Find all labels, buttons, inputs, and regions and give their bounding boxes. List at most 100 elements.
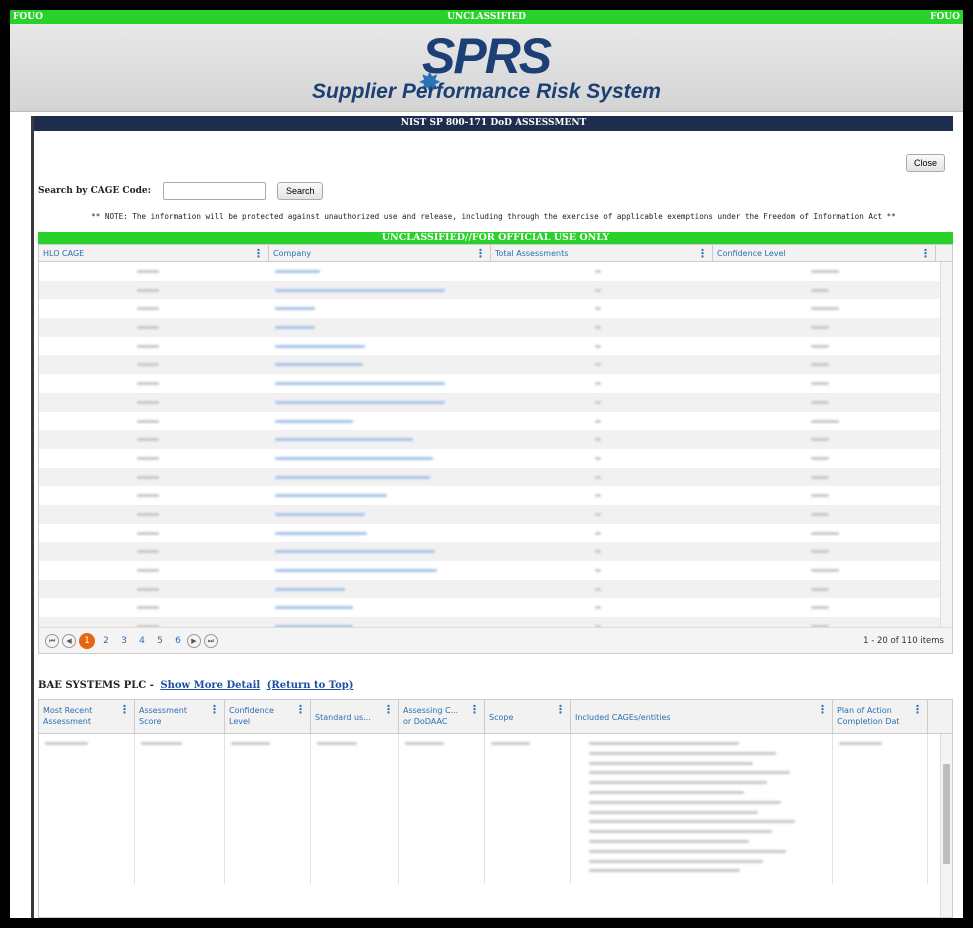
redacted-value (811, 438, 829, 442)
table-cell (491, 505, 713, 524)
redacted-value (595, 400, 601, 404)
company-link-cell[interactable] (269, 486, 491, 505)
first-page-icon[interactable]: ⏮ (45, 633, 59, 648)
column-menu-icon[interactable]: ⋮ (295, 704, 306, 715)
page-3[interactable]: 3 (115, 636, 133, 646)
redacted-value (811, 307, 839, 311)
company-link-cell[interactable] (269, 281, 491, 300)
company-link-cell[interactable] (269, 561, 491, 580)
column-menu-icon[interactable]: ⋮ (209, 704, 220, 715)
column-menu-icon[interactable]: ⋮ (920, 245, 931, 262)
detail-column-header[interactable]: Assessment Score ⋮ (135, 700, 225, 733)
close-button[interactable]: Close (905, 154, 945, 172)
grid-scrollbar[interactable] (940, 262, 952, 653)
redacted-value (589, 791, 744, 794)
table-row[interactable] (39, 262, 952, 281)
redacted-value (811, 382, 829, 386)
column-menu-icon[interactable]: ⋮ (253, 245, 264, 262)
search-button[interactable]: Search (276, 182, 324, 200)
company-link-cell[interactable] (269, 542, 491, 561)
column-menu-icon[interactable]: ⋮ (697, 245, 708, 262)
redacted-value (589, 859, 763, 863)
company-link-cell[interactable] (269, 393, 491, 412)
column-header-company[interactable]: Company ⋮ (269, 245, 491, 261)
company-link-cell[interactable] (269, 580, 491, 599)
detail-scrollbar[interactable] (940, 734, 952, 917)
page-4[interactable]: 4 (133, 636, 151, 646)
column-menu-icon[interactable]: ⋮ (817, 704, 828, 715)
column-header-confidence-level[interactable]: Confidence Level ⋮ (713, 245, 936, 261)
company-link-cell[interactable] (269, 299, 491, 318)
detail-column-header[interactable]: Scope ⋮ (485, 700, 571, 733)
company-link-cell[interactable] (269, 412, 491, 431)
company-link-cell[interactable] (269, 468, 491, 487)
company-link-cell[interactable] (269, 524, 491, 543)
table-cell (39, 299, 269, 318)
table-row[interactable] (39, 430, 952, 449)
redacted-value (231, 742, 270, 745)
detail-column-header[interactable]: Plan of Action Completion Dat ⋮ (833, 700, 928, 733)
table-cell (713, 355, 936, 374)
detail-column-header[interactable]: Confidence Level ⋮ (225, 700, 311, 733)
detail-column-header[interactable]: Most Recent Assessment ⋮ (39, 700, 135, 733)
redacted-value (275, 550, 435, 554)
column-header-total-assessments[interactable]: Total Assessments ⋮ (491, 245, 713, 261)
table-row[interactable] (39, 561, 952, 580)
column-label: HLO CAGE (43, 249, 85, 258)
table-row[interactable] (39, 299, 952, 318)
table-row[interactable] (39, 598, 952, 617)
detail-column-header[interactable]: Assessing C... or DoDAAC ⋮ (399, 700, 485, 733)
company-link-cell[interactable] (269, 337, 491, 356)
last-page-icon[interactable]: ⏭ (204, 633, 218, 648)
redacted-value (275, 531, 367, 535)
company-link-cell[interactable] (269, 430, 491, 449)
column-menu-icon[interactable]: ⋮ (555, 704, 566, 715)
table-row[interactable] (39, 524, 952, 543)
cage-search-input[interactable] (162, 182, 266, 200)
company-link-cell[interactable] (269, 355, 491, 374)
table-row[interactable] (39, 355, 952, 375)
table-row[interactable] (39, 542, 952, 561)
page-6[interactable]: 6 (169, 636, 187, 646)
detail-grid: Most Recent Assessment ⋮ Assessment Score ⋮ Co… (38, 699, 953, 918)
table-cell (713, 337, 936, 356)
page-5[interactable]: 5 (151, 636, 169, 646)
table-row[interactable] (39, 412, 952, 431)
page-2[interactable]: 2 (97, 636, 115, 646)
company-link-cell[interactable] (269, 598, 491, 617)
company-link-cell[interactable] (269, 505, 491, 524)
table-row[interactable] (39, 467, 952, 487)
company-link-cell[interactable] (269, 449, 491, 468)
table-row[interactable] (39, 280, 952, 300)
column-menu-icon[interactable]: ⋮ (469, 704, 480, 715)
column-menu-icon[interactable]: ⋮ (383, 704, 394, 715)
detail-column-header[interactable]: Included CAGEs/entities ⋮ (571, 700, 833, 733)
company-link-cell[interactable] (269, 374, 491, 393)
detail-column-header[interactable]: Standard us... ⋮ (311, 700, 399, 733)
table-row[interactable] (39, 337, 952, 356)
table-row[interactable] (39, 318, 952, 337)
prev-page-icon[interactable]: ◀ (62, 633, 76, 648)
column-menu-icon[interactable]: ⋮ (119, 704, 130, 715)
column-header-hlo-cage[interactable]: HLO CAGE ⋮ (39, 245, 269, 261)
table-row[interactable] (39, 486, 952, 505)
column-menu-icon[interactable]: ⋮ (912, 704, 923, 715)
column-menu-icon[interactable]: ⋮ (475, 245, 486, 262)
table-row[interactable] (39, 504, 952, 524)
redacted-value (275, 270, 320, 273)
redacted-value (137, 569, 159, 572)
table-row[interactable] (39, 374, 952, 393)
table-row[interactable] (39, 392, 952, 412)
table-cell (39, 412, 269, 431)
table-row[interactable] (39, 579, 952, 599)
return-to-top-link[interactable]: (Return to Top) (267, 680, 354, 691)
scrollbar-thumb[interactable] (943, 764, 950, 864)
page-1[interactable]: 1 (79, 632, 95, 649)
redacted-value (589, 840, 749, 843)
redacted-value (275, 326, 315, 330)
show-more-detail-link[interactable]: Show More Detail (160, 680, 260, 691)
company-link-cell[interactable] (269, 262, 491, 281)
table-row[interactable] (39, 449, 952, 468)
company-link-cell[interactable] (269, 318, 491, 337)
next-page-icon[interactable]: ▶ (187, 633, 201, 648)
